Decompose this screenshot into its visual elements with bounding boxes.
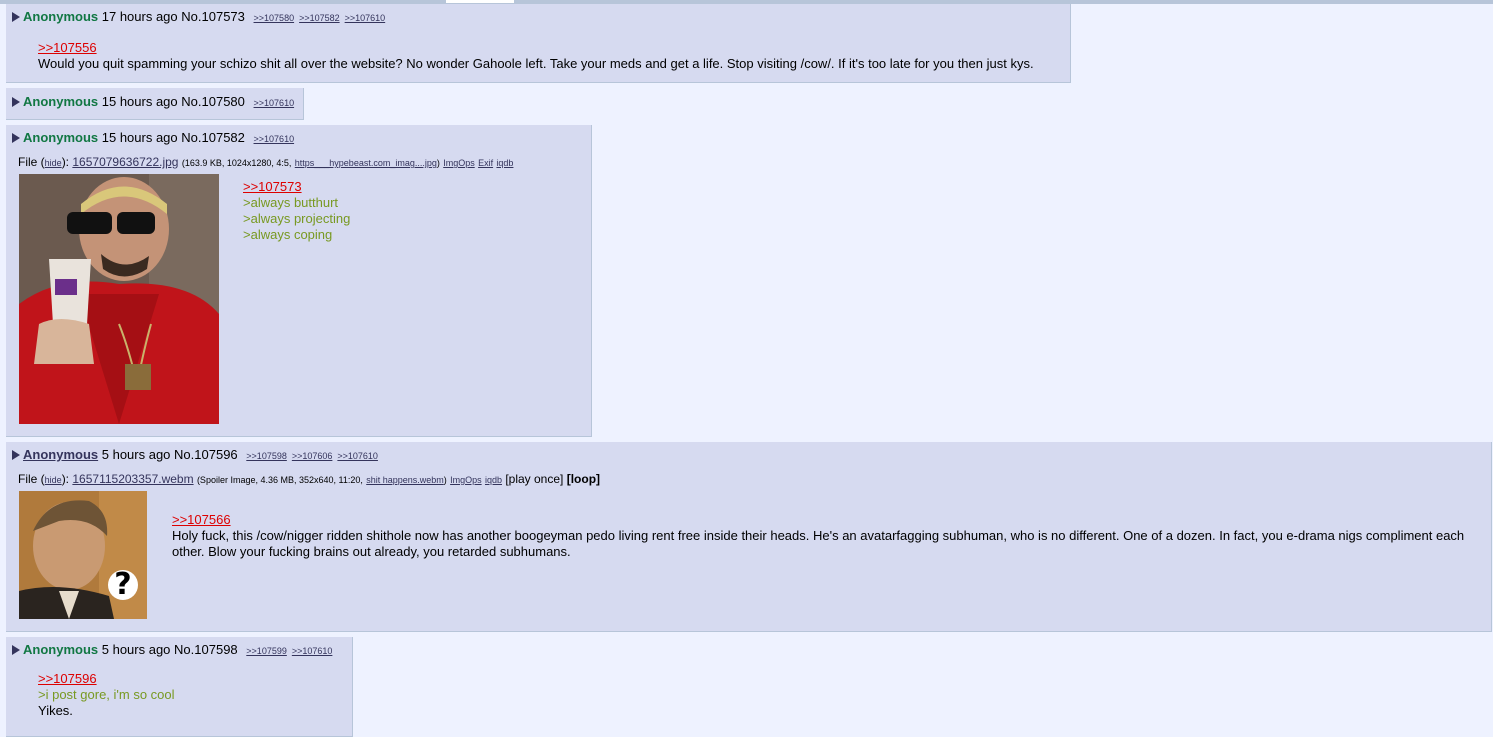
post-menu-arrow-icon[interactable] (12, 12, 20, 22)
backlink[interactable]: >>107606 (292, 451, 333, 461)
poster-name: Anonymous (23, 9, 99, 24)
backlink[interactable]: >>107580 (254, 13, 295, 23)
post-menu-arrow-icon[interactable] (12, 97, 20, 107)
file-name-link[interactable]: 1657079636722.jpg (72, 155, 178, 169)
file-meta-close: ) (443, 475, 447, 485)
post-107598: Anonymous 5 hours ago No.107598 >>107599… (6, 637, 353, 737)
poster-name: Anonymous (23, 642, 99, 657)
play-once-button[interactable]: [play once] (505, 472, 563, 486)
message-line: Would you quit spamming your schizo shit… (38, 56, 1034, 71)
post-thumbnail[interactable]: ? (19, 491, 147, 619)
hide-link[interactable]: hide (45, 158, 62, 168)
post-time: 15 hours ago (101, 130, 178, 145)
message-line: other. Blow your fucking brains out alre… (172, 544, 571, 559)
question-mark-icon: ? (114, 567, 132, 602)
post-time: 15 hours ago (101, 94, 178, 109)
post-thumbnail[interactable] (19, 174, 219, 424)
message-line: Yikes. (38, 703, 73, 718)
hide-link[interactable]: hide (45, 475, 62, 485)
poster-name[interactable]: Anonymous (23, 447, 98, 462)
post-message: >>107566 Holy fuck, this /cow/nigger rid… (172, 512, 1464, 560)
post-info: Anonymous 5 hours ago No.107598 >>107599… (12, 643, 332, 658)
backlink[interactable]: >>107610 (254, 134, 295, 144)
post-107582: Anonymous 15 hours ago No.107582 >>10761… (6, 125, 592, 437)
post-time: 5 hours ago (101, 447, 171, 462)
post-info: Anonymous 17 hours ago No.107573 >>10758… (12, 10, 385, 25)
post-info: Anonymous 15 hours ago No.107580 >>10761… (12, 95, 294, 110)
file-label: File ( (18, 472, 45, 486)
post-number[interactable]: No.107580 (181, 94, 245, 109)
post-menu-arrow-icon[interactable] (12, 133, 20, 143)
post-time: 5 hours ago (101, 642, 171, 657)
file-source-link[interactable]: shit happens.webm (366, 475, 444, 485)
greentext-line: >always coping (243, 227, 333, 242)
backlink[interactable]: >>107610 (345, 13, 386, 23)
quote-link[interactable]: >>107596 (38, 671, 97, 686)
greentext-line: >i post gore, i'm so cool (38, 687, 175, 702)
backlink[interactable]: >>107598 (246, 451, 287, 461)
post-info: Anonymous 15 hours ago No.107582 >>10761… (12, 131, 294, 146)
post-time: 17 hours ago (101, 9, 178, 24)
backlink[interactable]: >>107599 (246, 646, 287, 656)
file-label-end: ): (61, 472, 70, 486)
post-menu-arrow-icon[interactable] (12, 645, 20, 655)
post-107596: Anonymous 5 hours ago No.107596 >>107598… (6, 442, 1492, 632)
file-meta-close: ) (436, 158, 440, 168)
backlink[interactable]: >>107582 (299, 13, 340, 23)
file-label: File ( (18, 155, 45, 169)
imgops-link[interactable]: ImgOps (443, 158, 475, 168)
post-107580: Anonymous 15 hours ago No.107580 >>10761… (6, 88, 304, 120)
message-line: Holy fuck, this /cow/nigger ridden shith… (172, 528, 1465, 543)
quote-link[interactable]: >>107566 (172, 512, 231, 527)
greentext-line: >always projecting (243, 211, 351, 226)
file-info: File (hide): 1657079636722.jpg (163.9 KB… (18, 155, 513, 170)
greentext-line: >always butthurt (243, 195, 339, 210)
backlink[interactable]: >>107610 (292, 646, 333, 656)
post-number[interactable]: No.107596 (174, 447, 238, 462)
imgops-link[interactable]: ImgOps (450, 475, 482, 485)
exif-link[interactable]: Exif (478, 158, 493, 168)
file-info: File (hide): 1657115203357.webm (Spoiler… (18, 472, 600, 487)
post-number[interactable]: No.107573 (181, 9, 245, 24)
post-info: Anonymous 5 hours ago No.107596 >>107598… (12, 448, 378, 463)
quote-link[interactable]: >>107573 (243, 179, 302, 194)
poster-name: Anonymous (23, 94, 99, 109)
loop-button[interactable]: [loop] (567, 472, 600, 486)
file-source-link[interactable]: https___hypebeast.com_imag....jpg (295, 158, 437, 168)
quote-link[interactable]: >>107556 (38, 40, 97, 55)
thumbnail-image (19, 174, 219, 424)
post-message: >>107556 Would you quit spamming your sc… (38, 40, 1034, 72)
post-message: >>107596 >i post gore, i'm so cool Yikes… (38, 671, 175, 719)
post-number[interactable]: No.107582 (181, 130, 245, 145)
post-message: >>107573 >always butthurt >always projec… (243, 179, 350, 243)
poster-name: Anonymous (23, 130, 99, 145)
file-label-end: ): (61, 155, 70, 169)
iqdb-link[interactable]: iqdb (496, 158, 513, 168)
backlink[interactable]: >>107610 (337, 451, 378, 461)
post-menu-arrow-icon[interactable] (12, 450, 20, 460)
post-number[interactable]: No.107598 (174, 642, 238, 657)
file-name-link[interactable]: 1657115203357.webm (72, 472, 193, 486)
file-meta: (Spoiler Image, 4.36 MB, 352x640, 11:20, (196, 475, 363, 485)
file-meta: (163.9 KB, 1024x1280, 4:5, (181, 158, 292, 168)
iqdb-link[interactable]: iqdb (485, 475, 502, 485)
post-107573: Anonymous 17 hours ago No.107573 >>10758… (6, 4, 1071, 83)
backlink[interactable]: >>107610 (254, 98, 295, 108)
